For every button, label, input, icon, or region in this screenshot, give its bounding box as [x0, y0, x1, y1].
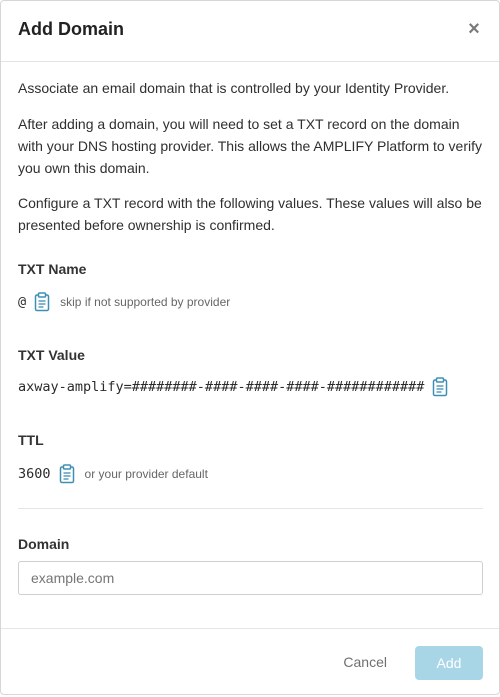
ttl-row: 3600 or your provider default: [18, 463, 208, 485]
txt-value-row: axway-amplify=########-####-####-####-##…: [18, 376, 448, 398]
clipboard-icon[interactable]: [432, 377, 448, 397]
dialog-footer: Cancel Add: [1, 628, 499, 697]
description-paragraph-1: Associate an email domain that is contro…: [18, 80, 450, 96]
clipboard-icon[interactable]: [59, 464, 75, 484]
cancel-button[interactable]: Cancel: [343, 654, 387, 670]
section-divider: [18, 508, 483, 509]
ttl-label: TTL: [18, 432, 44, 448]
txt-value-value: axway-amplify=########-####-####-####-##…: [18, 379, 425, 395]
txt-name-label: TXT Name: [18, 261, 87, 277]
txt-name-row: @ skip if not supported by provider: [18, 291, 230, 313]
add-domain-dialog: Add Domain × Associate an email domain t…: [0, 0, 500, 695]
dialog-title: Add Domain: [18, 19, 124, 39]
add-button[interactable]: Add: [415, 646, 483, 680]
ttl-hint: or your provider default: [84, 467, 208, 481]
txt-name-value: @: [18, 294, 27, 310]
txt-name-hint: skip if not supported by provider: [60, 295, 231, 309]
clipboard-icon[interactable]: [34, 292, 50, 312]
ttl-value: 3600: [18, 466, 51, 482]
txt-value-label: TXT Value: [18, 347, 85, 363]
domain-input[interactable]: [18, 561, 483, 595]
description-paragraph-2: After adding a domain, you will need to …: [18, 116, 483, 176]
close-icon[interactable]: ×: [463, 16, 485, 42]
description-paragraph-3: Configure a TXT record with the followin…: [18, 195, 482, 233]
domain-label: Domain: [18, 536, 70, 552]
dialog-header: Add Domain ×: [1, 1, 499, 62]
